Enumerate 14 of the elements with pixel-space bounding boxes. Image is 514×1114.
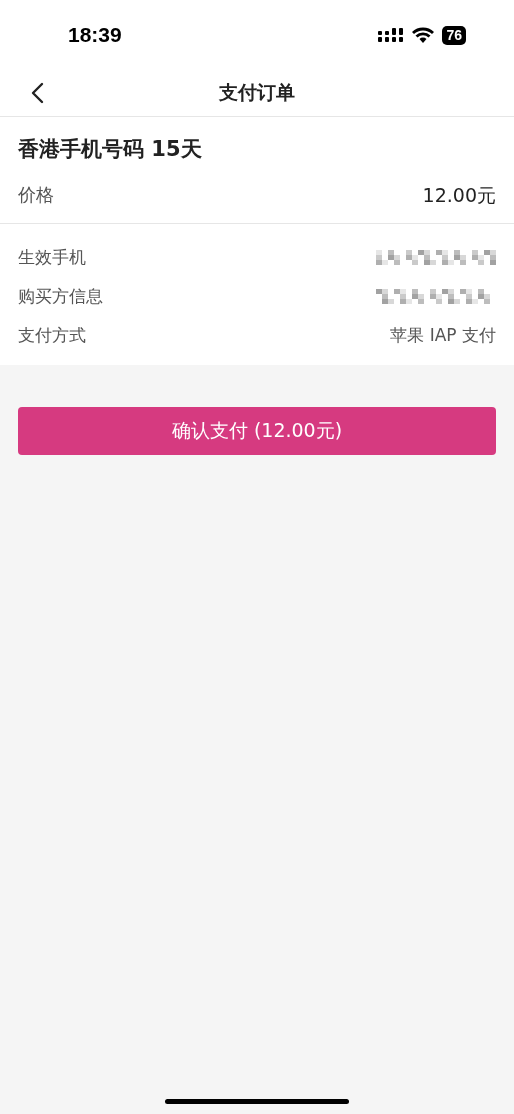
back-icon[interactable] <box>30 82 44 104</box>
wifi-icon <box>412 27 435 43</box>
detail-label: 购买方信息 <box>18 285 103 308</box>
product-name: 香港手机号码 15天 <box>18 136 203 163</box>
status-time: 18:39 <box>68 23 122 47</box>
signal-icon <box>378 28 405 42</box>
price-value: 12.00元 <box>422 183 496 208</box>
page-title: 支付订单 <box>219 80 295 105</box>
detail-label: 支付方式 <box>18 324 86 347</box>
confirm-pay-button[interactable]: 确认支付 (12.00元) <box>18 407 496 455</box>
price-label: 价格 <box>18 183 54 207</box>
detail-value: 苹果 IAP 支付 <box>390 324 496 347</box>
battery-indicator: 76 <box>442 25 466 45</box>
detail-label: 生效手机 <box>18 246 86 269</box>
